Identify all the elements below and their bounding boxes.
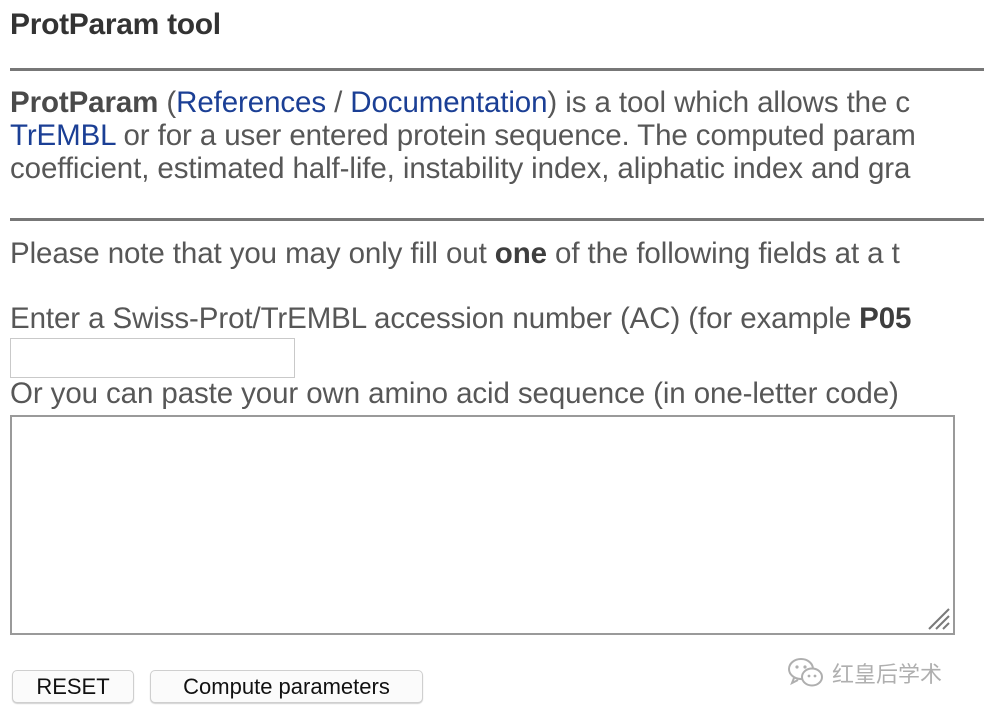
watermark: 红皇后学术 <box>786 656 942 690</box>
reset-button[interactable]: RESET <box>12 670 134 703</box>
note-bold-one: one <box>494 237 547 270</box>
note-before: Please note that you may only fill out <box>10 237 495 270</box>
watermark-text: 红皇后学术 <box>832 663 943 688</box>
resize-grip-icon[interactable] <box>925 605 951 631</box>
documentation-link[interactable]: Documentation <box>350 86 547 119</box>
divider-top <box>10 68 984 71</box>
sequence-textarea[interactable] <box>10 415 955 635</box>
compute-parameters-button[interactable]: Compute parameters <box>150 670 423 703</box>
tool-name: ProtParam <box>10 86 159 119</box>
intro-open-paren: ( <box>158 86 177 119</box>
accession-input[interactable] <box>10 338 295 378</box>
accession-example: P05 <box>859 302 912 335</box>
intro-line-1: ProtParam (References / Documentation) i… <box>10 86 910 119</box>
references-link[interactable]: References <box>176 86 326 119</box>
sequence-label: Or you can paste your own amino acid seq… <box>10 377 899 410</box>
divider-middle <box>10 218 984 221</box>
intro-slash: / <box>326 86 351 119</box>
note-text: Please note that you may only fill out o… <box>10 237 900 270</box>
note-after: of the following fields at a t <box>546 237 900 270</box>
trembl-link[interactable]: TrEMBL <box>10 119 115 152</box>
intro-line-1-rest: ) is a tool which allows the c <box>547 86 911 119</box>
intro-line-2-rest: or for a user entered protein sequence. … <box>115 119 916 152</box>
intro-line-2: TrEMBL or for a user entered protein seq… <box>10 119 916 152</box>
wechat-icon <box>788 658 823 687</box>
accession-label-text: Enter a Swiss-Prot/TrEMBL accession numb… <box>10 302 860 335</box>
accession-label: Enter a Swiss-Prot/TrEMBL accession numb… <box>10 302 911 335</box>
page-title: ProtParam tool <box>10 8 221 41</box>
intro-line-3: coefficient, estimated half-life, instab… <box>10 152 911 185</box>
